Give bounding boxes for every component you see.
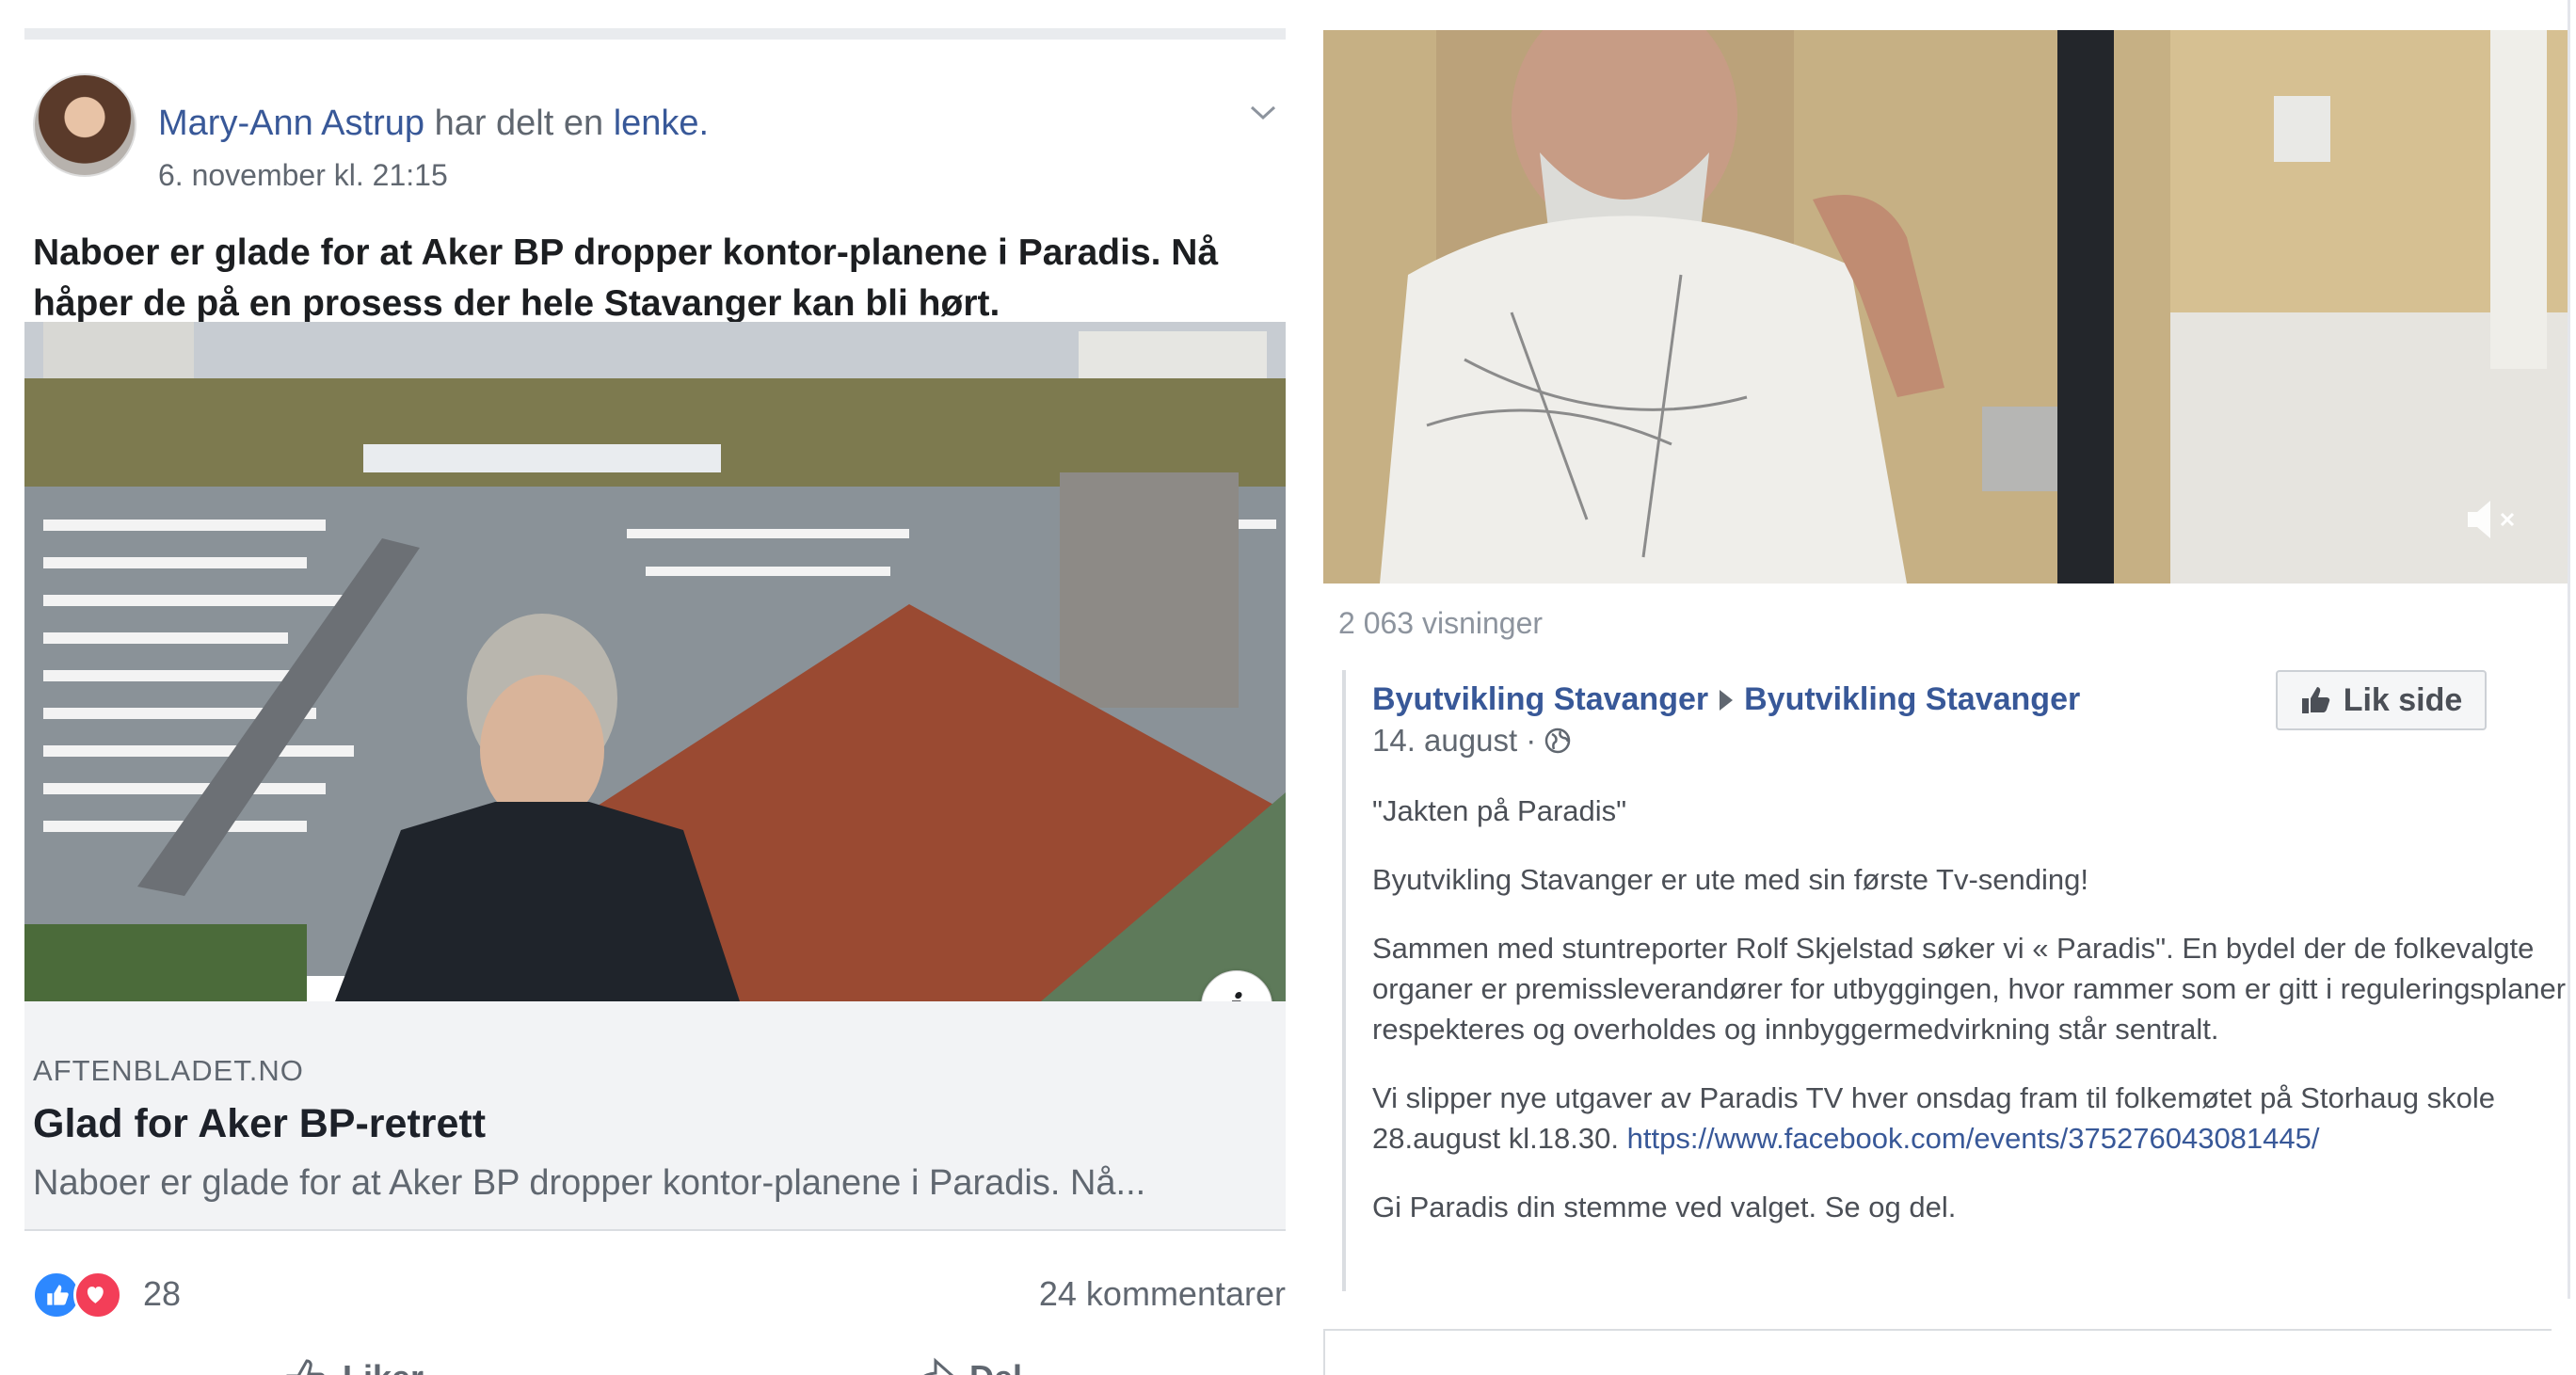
author-avatar[interactable]	[33, 73, 136, 177]
paragraph: Byutvikling Stavanger er ute med sin før…	[1372, 863, 2088, 896]
video-player[interactable]	[1323, 30, 2570, 584]
like-page-button[interactable]: Lik side	[2276, 670, 2487, 730]
link-domain: AFTENBLADET.NO	[33, 1054, 304, 1087]
article-image[interactable]	[24, 322, 1286, 1001]
link-preview-card[interactable]: AFTENBLADET.NO Glad for Aker BP-retrett …	[24, 1001, 1286, 1231]
paragraph: "Jakten på Paradis"	[1372, 794, 1627, 827]
scroll-edge	[2568, 0, 2570, 1299]
post-text: Naboer er glade for at Aker BP dropper k…	[33, 232, 1219, 324]
post-header: Mary-Ann Astrup har delt en lenke.	[158, 104, 709, 144]
link-title[interactable]: Glad for Aker BP-retrett	[33, 1101, 486, 1147]
paragraph: Gi Paradis din stemme ved valget. Se og …	[1372, 1191, 1957, 1223]
page-names: Byutvikling Stavanger Byutvikling Stavan…	[1372, 681, 2080, 718]
shared-text: har delt en	[434, 104, 604, 143]
thumbs-up-icon	[286, 1359, 325, 1375]
share-button[interactable]: Del	[909, 1357, 1022, 1375]
love-reaction-icon[interactable]	[73, 1271, 122, 1319]
globe-icon	[1545, 727, 1571, 754]
like-label: Liker	[343, 1358, 424, 1375]
event-link[interactable]: https://www.facebook.com/events/37527604…	[1627, 1122, 2320, 1155]
action-bar: Liker Del	[24, 1338, 1286, 1375]
shared-link-word[interactable]: lenke.	[614, 104, 709, 143]
post-timestamp[interactable]: 6. november kl. 21:15	[158, 158, 448, 193]
feed-divider	[24, 28, 1286, 40]
page-to[interactable]: Byutvikling Stavanger	[1744, 681, 2080, 718]
shared-link-post: Mary-Ann Astrup har delt en lenke. 6. no…	[24, 28, 1286, 1375]
share-label: Del	[969, 1358, 1022, 1375]
next-post-edge	[1323, 1329, 2552, 1375]
reaction-count[interactable]: 28	[143, 1274, 181, 1314]
mute-icon[interactable]	[2464, 497, 2520, 542]
shared-post-embed: Byutvikling Stavanger Byutvikling Stavan…	[1342, 670, 2570, 1291]
post-date: 14. august ·	[1372, 723, 1572, 759]
like-page-label: Lik side	[2343, 681, 2463, 718]
view-count: 2 063 visninger	[1338, 606, 1544, 640]
chevron-down-icon[interactable]	[1250, 105, 1276, 120]
post-body: "Jakten på Paradis" Byutvikling Stavange…	[1372, 791, 2568, 1255]
author-name[interactable]: Mary-Ann Astrup	[158, 104, 424, 143]
share-arrow-icon	[923, 1357, 954, 1375]
caret-right-icon	[1720, 689, 1734, 711]
date-text[interactable]: 14. august ·	[1372, 723, 1536, 759]
video-post: 2 063 visninger Byutvikling Stavanger By…	[1323, 0, 2576, 1375]
page-from[interactable]: Byutvikling Stavanger	[1372, 681, 1708, 718]
like-button[interactable]: Liker	[284, 1357, 424, 1375]
thumbs-up-icon	[2301, 687, 2329, 713]
paragraph: Sammen med stuntreporter Rolf Skjelstad …	[1372, 932, 2567, 1046]
event-paragraph: Vi slipper nye utgaver av Paradis TV hve…	[1372, 1078, 2568, 1159]
link-description: Naboer er glade for at Aker BP dropper k…	[33, 1163, 1146, 1203]
comments-count[interactable]: 24 kommentarer	[1039, 1274, 1286, 1314]
reactions-bar: 28 24 kommentarer	[32, 1233, 1286, 1338]
